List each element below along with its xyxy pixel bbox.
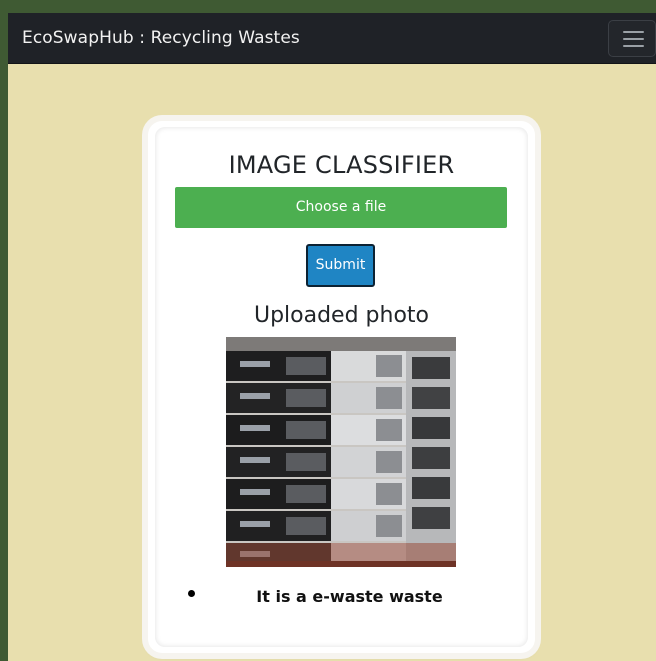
classification-result: It is a e-waste waste [256,587,443,606]
choose-file-button[interactable]: Choose a file [175,187,507,228]
submit-button[interactable]: Submit [306,244,375,287]
hamburger-menu-icon-bar [623,38,644,40]
hamburger-menu-icon-bar [623,45,644,47]
classifier-card: IMAGE CLASSIFIER Choose a file Submit Up… [148,121,535,653]
page-title: IMAGE CLASSIFIER [228,151,455,179]
stacked-computers-image [226,337,456,567]
uploaded-photo [226,337,456,567]
uploaded-photo-heading: Uploaded photo [253,303,430,328]
hamburger-menu-icon [623,31,644,33]
navbar-toggle-button[interactable] [608,20,656,57]
navbar-brand[interactable]: EcoSwapHub : Recycling Wastes [22,28,300,48]
top-navbar: EcoSwapHub : Recycling Wastes [8,13,656,64]
page-background: EcoSwapHub : Recycling Wastes IMAGE CLAS… [8,13,656,661]
